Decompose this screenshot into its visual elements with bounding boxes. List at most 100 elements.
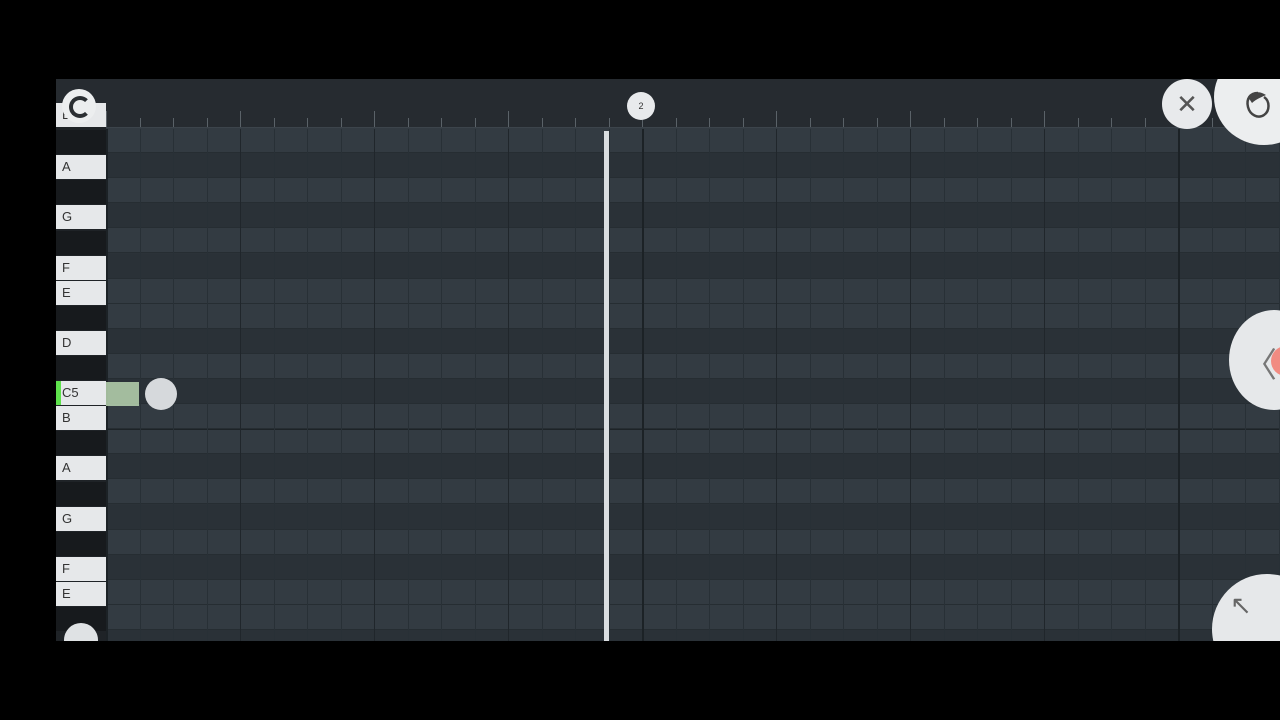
octave-separator	[106, 429, 1280, 431]
piano-key[interactable]: F	[56, 255, 106, 280]
grid-row[interactable]	[106, 303, 1280, 329]
piano-key[interactable]: E	[56, 581, 106, 606]
ruler-tick	[608, 118, 610, 127]
grid-row[interactable]	[106, 253, 1280, 279]
grid-row[interactable]	[106, 454, 1280, 480]
ruler-tick	[307, 118, 308, 127]
grid-line	[1010, 129, 1012, 641]
ruler-tick	[742, 118, 744, 127]
grid-row[interactable]	[106, 228, 1280, 254]
grid-line	[273, 129, 275, 641]
piano-key[interactable]: F	[56, 556, 106, 581]
ruler-tick	[273, 118, 275, 127]
grid-line	[340, 129, 342, 641]
piano-key[interactable]: A	[56, 155, 106, 180]
grid-row[interactable]	[106, 404, 1280, 430]
piano-key[interactable]	[56, 305, 106, 330]
ruler-tick	[843, 118, 844, 127]
ruler-tick	[977, 118, 978, 127]
ruler-tick	[776, 111, 777, 127]
grid-row[interactable]	[106, 178, 1280, 204]
note-grid[interactable]	[106, 128, 1280, 641]
grid-line	[206, 129, 208, 641]
grid-row[interactable]	[106, 203, 1280, 229]
piano-key[interactable]	[56, 531, 106, 556]
piano-key[interactable]	[56, 130, 106, 155]
grid-line	[474, 129, 476, 641]
grid-line	[642, 129, 644, 641]
ruler-tick	[474, 118, 476, 127]
ruler-tick	[1144, 118, 1146, 127]
ruler-tick	[206, 118, 208, 127]
ruler-tick	[709, 118, 710, 127]
ruler-tick	[876, 118, 878, 127]
grid-line	[407, 129, 409, 641]
piano-key[interactable]: C5	[56, 381, 106, 406]
piano-key[interactable]: G	[56, 506, 106, 531]
grid-row[interactable]	[106, 529, 1280, 555]
ruler-tick	[173, 118, 174, 127]
note-resize-handle[interactable]	[145, 378, 177, 410]
grid-line	[709, 129, 710, 641]
piano-key[interactable]	[56, 481, 106, 506]
piano-key[interactable]: E	[56, 280, 106, 305]
grid-row[interactable]	[106, 153, 1280, 179]
piano-key[interactable]: D	[56, 330, 106, 355]
piano-key[interactable]	[56, 230, 106, 255]
grid-line	[977, 129, 978, 641]
magnet-icon[interactable]	[62, 89, 96, 123]
grid-row[interactable]	[106, 328, 1280, 354]
ruler-tick	[1077, 118, 1079, 127]
grid-line	[776, 129, 777, 641]
grid-line	[1211, 129, 1213, 641]
piano-key[interactable]	[56, 431, 106, 456]
ruler-tick	[139, 118, 141, 127]
ruler-tick	[675, 118, 677, 127]
ruler-tick	[407, 118, 409, 127]
piano-key[interactable]: B	[56, 406, 106, 431]
grid-line	[943, 129, 945, 641]
grid-row[interactable]	[106, 353, 1280, 379]
grid-line	[1077, 129, 1079, 641]
piano-key[interactable]: G	[56, 205, 106, 230]
grid-row[interactable]	[106, 579, 1280, 605]
ruler-tick	[374, 111, 375, 127]
grid-line	[1111, 129, 1112, 641]
grid-row[interactable]	[106, 128, 1280, 153]
grid-line	[307, 129, 308, 641]
piano-key[interactable]	[56, 356, 106, 380]
grid-row[interactable]	[106, 554, 1280, 580]
grid-row[interactable]	[106, 630, 1280, 641]
ruler-tick	[340, 118, 342, 127]
grid-line	[1044, 129, 1045, 641]
playhead[interactable]	[604, 131, 609, 641]
piano-keyboard[interactable]: BAGFEDC5BAGFE	[56, 103, 106, 641]
ruler-tick	[575, 118, 576, 127]
grid-line	[541, 129, 543, 641]
ruler-tick	[809, 118, 811, 127]
close-icon: ✕	[1176, 89, 1198, 119]
grid-line	[441, 129, 442, 641]
grid-line	[139, 129, 141, 641]
grid-line	[675, 129, 677, 641]
grid-row[interactable]	[106, 604, 1280, 630]
piano-roll-window: 2 BAGFEDC5BAGFE ✕ 〈 ↖	[56, 79, 1280, 641]
grid-row[interactable]	[106, 504, 1280, 530]
note-block[interactable]	[106, 382, 139, 406]
piano-key[interactable]: A	[56, 456, 106, 481]
ruler-tick	[240, 111, 241, 127]
grid-line	[876, 129, 878, 641]
grid-row[interactable]	[106, 379, 1280, 404]
grid-row[interactable]	[106, 479, 1280, 505]
ruler-tick	[1044, 111, 1045, 127]
grid-row[interactable]	[106, 429, 1280, 455]
close-button[interactable]: ✕	[1162, 79, 1212, 129]
piano-key[interactable]	[56, 180, 106, 205]
ruler-tick	[1111, 118, 1112, 127]
arrow-up-left-icon: ↖	[1230, 590, 1252, 620]
grid-row[interactable]	[106, 278, 1280, 304]
grid-line	[843, 129, 844, 641]
timeline-ruler[interactable]: 2	[56, 79, 1280, 129]
bar-number-marker[interactable]: 2	[627, 92, 655, 120]
grid-line	[910, 129, 911, 641]
